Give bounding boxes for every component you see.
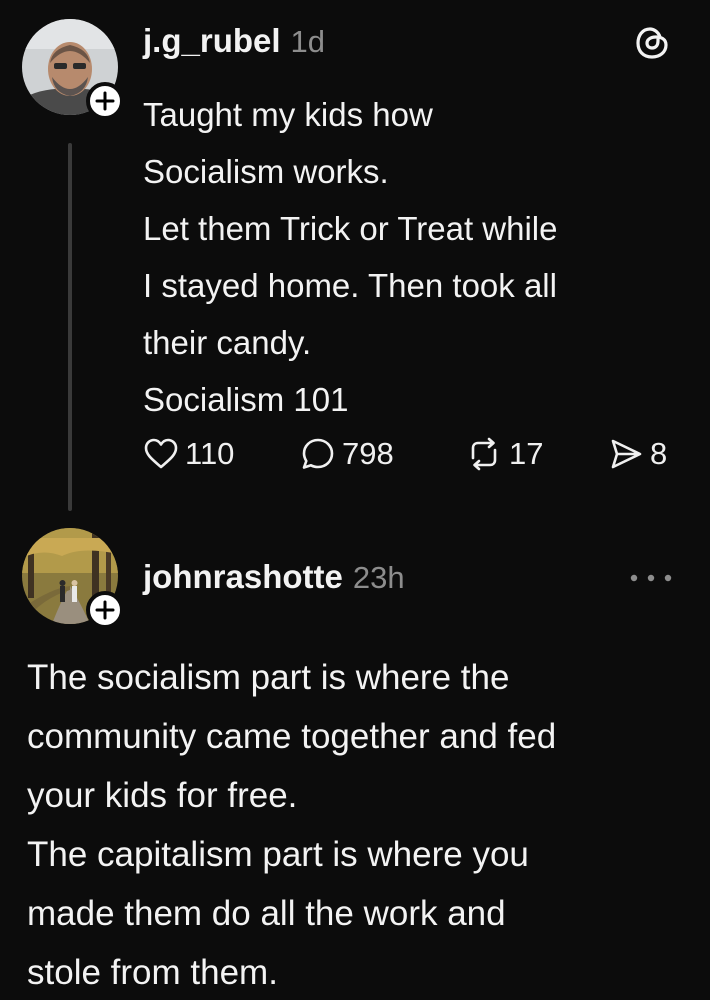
repost-button[interactable]: 17	[465, 436, 543, 472]
reply-line: The capitalism part is where you	[27, 835, 529, 874]
reply-button[interactable]: 798	[300, 436, 394, 472]
reply-username[interactable]: johnrashotte	[143, 558, 343, 596]
reply-line: community came together and fed	[27, 717, 557, 756]
reply-line: made them do all the work and	[27, 894, 506, 933]
plus-icon	[95, 91, 115, 111]
repost-count: 17	[509, 436, 544, 471]
post-line: I stayed home. Then took all	[143, 267, 557, 304]
reply-line: your kids for free.	[27, 776, 298, 815]
post-line: Socialism 101	[143, 381, 349, 418]
more-options-icon[interactable]	[626, 570, 676, 591]
plus-icon	[95, 600, 115, 620]
like-count: 110	[185, 436, 235, 471]
post-line: Taught my kids how	[143, 96, 433, 133]
post-line: Socialism works.	[143, 153, 389, 190]
reply-timestamp: 23h	[352, 560, 405, 595]
post-line: their candy.	[143, 324, 312, 361]
threads-logo-icon	[633, 23, 673, 68]
post-username[interactable]: j.g_rubel	[143, 22, 281, 60]
post-header: j.g_rubel 1d	[143, 22, 325, 60]
post-text: Taught my kids how Socialism works. Let …	[143, 86, 703, 428]
reply-text: The socialism part is where the communit…	[27, 648, 697, 1000]
follow-button-johnrashotte[interactable]	[86, 591, 124, 629]
repost-icon	[471, 437, 497, 471]
post-line: Let them Trick or Treat while	[143, 210, 558, 247]
threads-feed: j.g_rubel 1d Taught my kids how Socialis…	[0, 0, 710, 1000]
thread-connector-line	[68, 143, 72, 511]
send-icon	[611, 439, 642, 469]
like-button[interactable]: 110	[143, 436, 234, 472]
heart-icon	[144, 438, 178, 469]
follow-button-jg-rubel[interactable]	[86, 82, 124, 120]
post-timestamp: 1d	[290, 24, 326, 59]
reply-line: stole from them.	[27, 953, 278, 992]
reply-header: johnrashotte 23h	[143, 558, 405, 596]
post-actions: 110 798 17 8	[143, 436, 688, 486]
reply-line: The socialism part is where the	[27, 658, 510, 697]
speech-bubble-icon	[302, 438, 334, 469]
share-button[interactable]: 8	[608, 436, 667, 472]
share-count: 8	[650, 436, 668, 471]
reply-count: 798	[342, 436, 394, 471]
